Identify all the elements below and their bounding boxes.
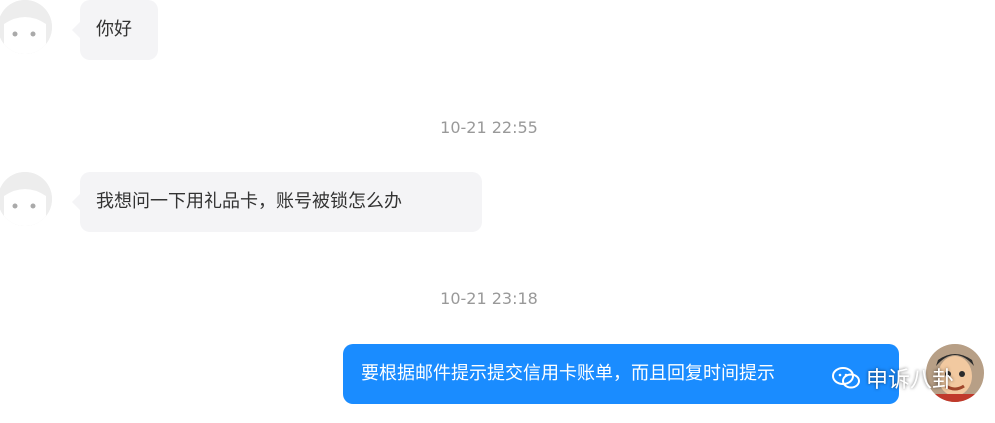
message-text: 我想问一下用礼品卡，账号被锁怎么办	[96, 191, 402, 212]
message-timestamp: 10-21 23:18	[440, 289, 538, 308]
contact-avatar[interactable]	[0, 172, 52, 226]
message-bubble-outgoing[interactable]: 要根据邮件提示提交信用卡账单，而且回复时间提示	[343, 344, 899, 404]
message-timestamp: 10-21 22:55	[440, 118, 538, 137]
message-text: 要根据邮件提示提交信用卡账单，而且回复时间提示	[361, 363, 775, 384]
avatar-face-icon	[0, 172, 52, 226]
wechat-icon	[832, 367, 860, 389]
avatar-face-icon	[0, 0, 52, 54]
message-bubble-incoming[interactable]: 你好	[72, 0, 158, 60]
chat-window: 你好 10-21 22:55 我想问一下用礼品卡，账号被锁怎么办 10-21 2…	[0, 0, 995, 423]
message-text: 你好	[96, 19, 132, 40]
message-bubble-incoming[interactable]: 我想问一下用礼品卡，账号被锁怎么办	[72, 172, 482, 232]
watermark-text: 申诉八卦	[866, 368, 955, 393]
contact-avatar[interactable]	[0, 0, 52, 54]
watermark: 申诉八卦	[832, 362, 954, 394]
